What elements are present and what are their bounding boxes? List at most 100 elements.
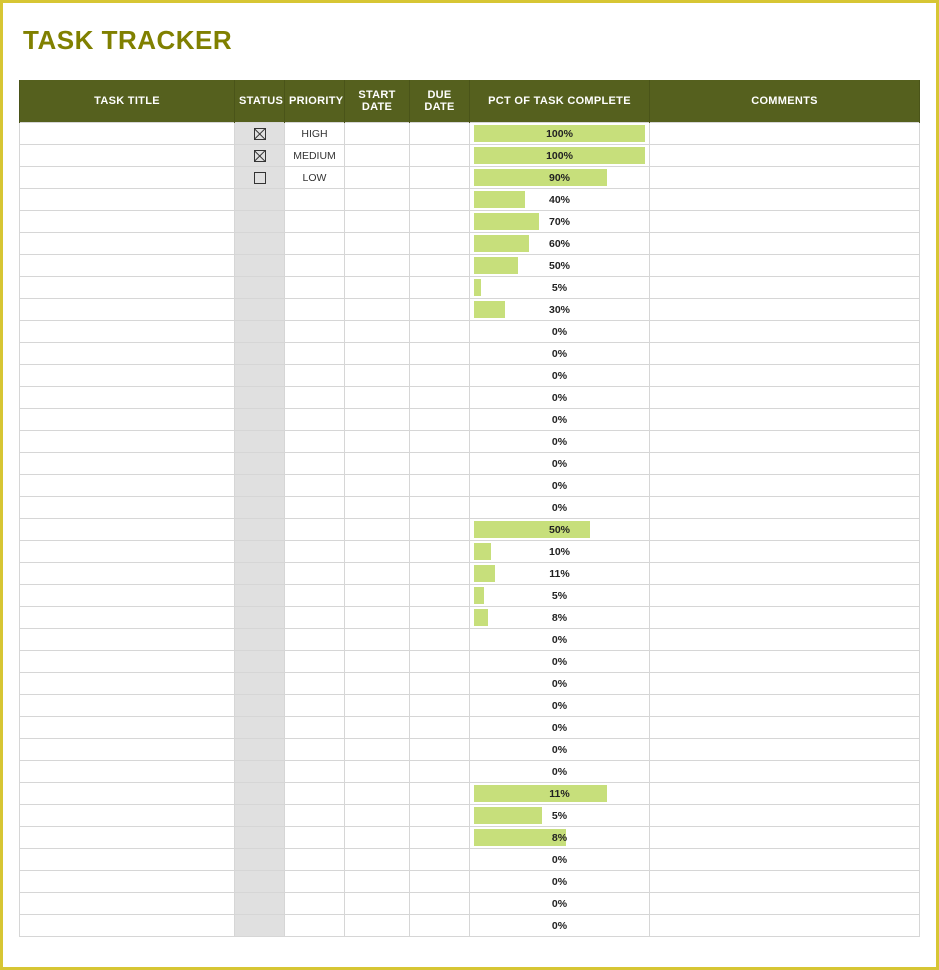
status-cell[interactable]	[235, 871, 285, 893]
status-cell[interactable]	[235, 123, 285, 145]
comments-cell[interactable]	[650, 541, 920, 563]
comments-cell[interactable]	[650, 409, 920, 431]
comments-cell[interactable]	[650, 717, 920, 739]
task-title-cell[interactable]	[20, 783, 235, 805]
comments-cell[interactable]	[650, 871, 920, 893]
priority-cell[interactable]	[285, 673, 345, 695]
status-cell[interactable]	[235, 717, 285, 739]
pct-complete-cell[interactable]: 0%	[470, 475, 650, 497]
start-date-cell[interactable]	[345, 387, 410, 409]
start-date-cell[interactable]	[345, 475, 410, 497]
pct-complete-cell[interactable]: 0%	[470, 343, 650, 365]
task-title-cell[interactable]	[20, 277, 235, 299]
pct-complete-cell[interactable]: 50%	[470, 255, 650, 277]
status-cell[interactable]	[235, 387, 285, 409]
start-date-cell[interactable]	[345, 783, 410, 805]
pct-complete-cell[interactable]: 5%	[470, 277, 650, 299]
pct-complete-cell[interactable]: 0%	[470, 695, 650, 717]
start-date-cell[interactable]	[345, 233, 410, 255]
due-date-cell[interactable]	[410, 827, 470, 849]
comments-cell[interactable]	[650, 563, 920, 585]
priority-cell[interactable]	[285, 255, 345, 277]
pct-complete-cell[interactable]: 40%	[470, 189, 650, 211]
due-date-cell[interactable]	[410, 915, 470, 937]
priority-cell[interactable]	[285, 299, 345, 321]
priority-cell[interactable]	[285, 651, 345, 673]
comments-cell[interactable]	[650, 497, 920, 519]
priority-cell[interactable]	[285, 827, 345, 849]
status-cell[interactable]	[235, 321, 285, 343]
due-date-cell[interactable]	[410, 189, 470, 211]
task-title-cell[interactable]	[20, 607, 235, 629]
start-date-cell[interactable]	[345, 541, 410, 563]
start-date-cell[interactable]	[345, 299, 410, 321]
pct-complete-cell[interactable]: 0%	[470, 387, 650, 409]
status-cell[interactable]	[235, 211, 285, 233]
status-cell[interactable]	[235, 739, 285, 761]
due-date-cell[interactable]	[410, 629, 470, 651]
status-cell[interactable]	[235, 343, 285, 365]
priority-cell[interactable]	[285, 629, 345, 651]
task-title-cell[interactable]	[20, 145, 235, 167]
task-title-cell[interactable]	[20, 365, 235, 387]
pct-complete-cell[interactable]: 100%	[470, 123, 650, 145]
comments-cell[interactable]	[650, 145, 920, 167]
task-title-cell[interactable]	[20, 211, 235, 233]
due-date-cell[interactable]	[410, 167, 470, 189]
priority-cell[interactable]: LOW	[285, 167, 345, 189]
due-date-cell[interactable]	[410, 541, 470, 563]
priority-cell[interactable]	[285, 409, 345, 431]
status-cell[interactable]	[235, 189, 285, 211]
due-date-cell[interactable]	[410, 519, 470, 541]
due-date-cell[interactable]	[410, 211, 470, 233]
start-date-cell[interactable]	[345, 651, 410, 673]
priority-cell[interactable]	[285, 343, 345, 365]
task-title-cell[interactable]	[20, 563, 235, 585]
comments-cell[interactable]	[650, 761, 920, 783]
due-date-cell[interactable]	[410, 563, 470, 585]
pct-complete-cell[interactable]: 5%	[470, 805, 650, 827]
pct-complete-cell[interactable]: 8%	[470, 827, 650, 849]
task-title-cell[interactable]	[20, 387, 235, 409]
comments-cell[interactable]	[650, 651, 920, 673]
start-date-cell[interactable]	[345, 145, 410, 167]
comments-cell[interactable]	[650, 805, 920, 827]
due-date-cell[interactable]	[410, 871, 470, 893]
pct-complete-cell[interactable]: 0%	[470, 365, 650, 387]
due-date-cell[interactable]	[410, 849, 470, 871]
priority-cell[interactable]	[285, 783, 345, 805]
due-date-cell[interactable]	[410, 321, 470, 343]
comments-cell[interactable]	[650, 123, 920, 145]
status-cell[interactable]	[235, 497, 285, 519]
due-date-cell[interactable]	[410, 431, 470, 453]
status-cell[interactable]	[235, 409, 285, 431]
comments-cell[interactable]	[650, 827, 920, 849]
task-title-cell[interactable]	[20, 189, 235, 211]
due-date-cell[interactable]	[410, 475, 470, 497]
comments-cell[interactable]	[650, 519, 920, 541]
start-date-cell[interactable]	[345, 255, 410, 277]
priority-cell[interactable]: MEDIUM	[285, 145, 345, 167]
start-date-cell[interactable]	[345, 805, 410, 827]
task-title-cell[interactable]	[20, 893, 235, 915]
status-cell[interactable]	[235, 805, 285, 827]
status-cell[interactable]	[235, 299, 285, 321]
start-date-cell[interactable]	[345, 365, 410, 387]
due-date-cell[interactable]	[410, 651, 470, 673]
due-date-cell[interactable]	[410, 893, 470, 915]
status-cell[interactable]	[235, 893, 285, 915]
start-date-cell[interactable]	[345, 321, 410, 343]
start-date-cell[interactable]	[345, 123, 410, 145]
start-date-cell[interactable]	[345, 211, 410, 233]
due-date-cell[interactable]	[410, 299, 470, 321]
status-cell[interactable]	[235, 585, 285, 607]
pct-complete-cell[interactable]: 0%	[470, 497, 650, 519]
task-title-cell[interactable]	[20, 673, 235, 695]
status-cell[interactable]	[235, 915, 285, 937]
task-title-cell[interactable]	[20, 695, 235, 717]
task-title-cell[interactable]	[20, 585, 235, 607]
status-cell[interactable]	[235, 277, 285, 299]
pct-complete-cell[interactable]: 0%	[470, 849, 650, 871]
task-title-cell[interactable]	[20, 805, 235, 827]
start-date-cell[interactable]	[345, 343, 410, 365]
